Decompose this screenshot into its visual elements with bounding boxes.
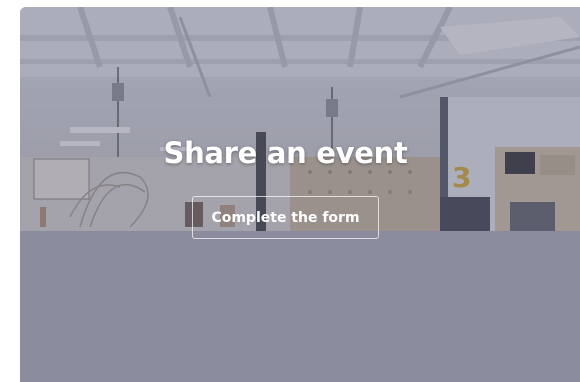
- hero-title: Share an event: [163, 136, 408, 170]
- lower-panel: [20, 231, 580, 382]
- share-event-card: 3: [20, 7, 580, 382]
- complete-form-button[interactable]: Complete the form: [192, 196, 379, 239]
